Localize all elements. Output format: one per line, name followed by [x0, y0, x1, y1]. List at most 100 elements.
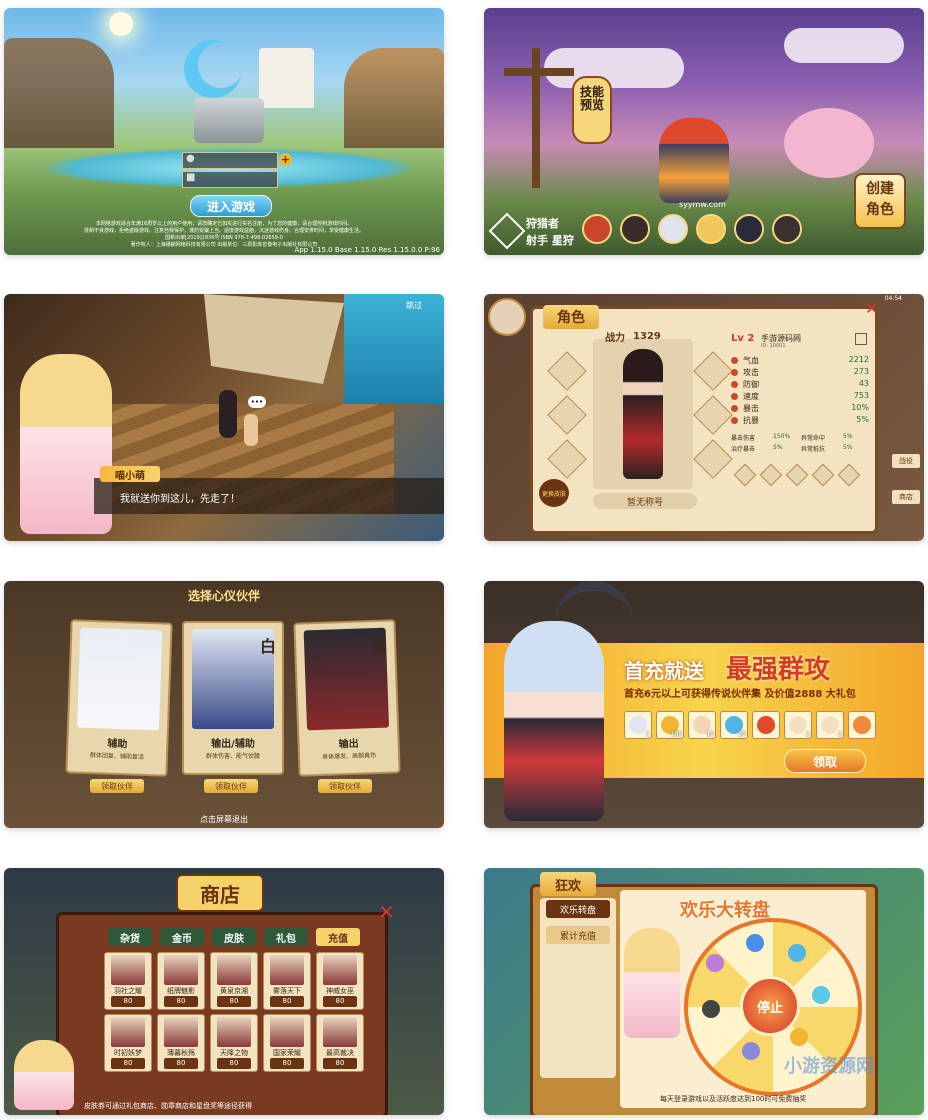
- class-avatar[interactable]: [734, 214, 764, 244]
- item-portrait: [111, 1017, 145, 1047]
- close-icon[interactable]: ✕: [865, 301, 881, 317]
- stat-icon: [731, 381, 738, 388]
- server-input[interactable]: ■: [182, 171, 278, 188]
- item-name: 羽社之耀: [114, 987, 142, 995]
- reward-count: 188: [670, 731, 682, 738]
- reward-count: 20: [738, 731, 746, 738]
- stop-button[interactable]: 停止: [740, 976, 800, 1036]
- reward-item[interactable]: [848, 711, 876, 739]
- shop-item[interactable]: 黄泉京湘 80: [210, 952, 258, 1010]
- prize-icon: [742, 1042, 760, 1060]
- reward-icon: [757, 716, 775, 734]
- equip-slot[interactable]: [693, 395, 733, 435]
- gem-slot[interactable]: [759, 463, 783, 487]
- item-name: 国家荣耀: [273, 1049, 301, 1057]
- extra-stat-value: 5%: [843, 433, 853, 440]
- mascot-portrait: [14, 1040, 74, 1110]
- enter-game-button[interactable]: 进入游戏: [190, 195, 272, 217]
- equip-slot[interactable]: [547, 351, 587, 391]
- stat-icon: [731, 393, 738, 400]
- close-icon[interactable]: ✕: [378, 902, 398, 922]
- screenshot-login: ● + ■ 进入游戏 本网络游戏适合年满16周岁以上的用户使用；请您确定已如实进…: [4, 8, 444, 255]
- stat-value: 10%: [851, 403, 869, 412]
- dialog-box[interactable]: 喵小萌 我就送你到这儿，先走了！: [94, 466, 444, 514]
- shop-footer: 皮肤券可通过礼包商店、勋章商店和星盘奖等途径获得: [84, 1102, 252, 1110]
- equip-slot[interactable]: [693, 439, 733, 479]
- shop-tab[interactable]: 皮肤: [212, 928, 256, 946]
- shop-tab[interactable]: 充值: [316, 928, 360, 946]
- shop-item[interactable]: 天降之物 80: [210, 1014, 258, 1072]
- class-avatar[interactable]: [658, 214, 688, 244]
- shop-item[interactable]: 国家荣耀 80: [263, 1014, 311, 1072]
- extra-stat-value: 150%: [773, 433, 791, 440]
- castle: [259, 48, 314, 108]
- gem-slot[interactable]: [811, 463, 835, 487]
- player-id: ID: 10001: [761, 343, 786, 349]
- screenshot-create-role: 技能预览 syymw.com 创建角色 狩猎者 射手 星狩: [484, 8, 924, 255]
- shop-tab[interactable]: 杂货: [108, 928, 152, 946]
- menu-happy-wheel[interactable]: 欢乐转盘: [546, 900, 610, 918]
- reward-item[interactable]: 188: [656, 711, 684, 739]
- reward-item[interactable]: 2: [784, 711, 812, 739]
- account-input[interactable]: ●: [182, 152, 278, 169]
- stat-label: 速度: [743, 392, 759, 401]
- gem-slot[interactable]: [837, 463, 861, 487]
- shop-item[interactable]: 神威女巫 80: [316, 952, 364, 1010]
- notice-line-1: 本网络游戏适合年满16周岁以上的用户使用；请您确定已如实进行实名注册，为了您的健…: [95, 221, 353, 227]
- skip-button[interactable]: 跳过: [406, 300, 422, 311]
- item-portrait: [270, 955, 304, 985]
- claim-button[interactable]: 领取: [784, 749, 866, 773]
- power-label: 战力: [605, 333, 625, 344]
- partner-card[interactable]: 辅助 群体回复、辅助复活: [65, 619, 173, 777]
- create-role-button[interactable]: 创建角色: [854, 173, 906, 229]
- side-shop-button[interactable]: 商店: [892, 490, 920, 504]
- player-avatar[interactable]: [488, 298, 526, 336]
- side-battle-button[interactable]: 战役: [892, 454, 920, 468]
- class-avatar[interactable]: [582, 214, 612, 244]
- sea: [344, 294, 444, 404]
- claim-partner-button[interactable]: 领取伙伴: [90, 779, 144, 793]
- reward-item[interactable]: 10: [688, 711, 716, 739]
- watermark: syymw.com: [679, 200, 726, 209]
- shop-item[interactable]: 薄暮秋殇 80: [157, 1014, 205, 1072]
- shop-item[interactable]: 雾落天下 80: [263, 952, 311, 1010]
- skill-preview-lantern[interactable]: 技能预览: [572, 76, 612, 144]
- class-name: 狩猎者: [526, 217, 559, 230]
- item-portrait: [217, 955, 251, 985]
- claim-partner-button[interactable]: 领取伙伴: [204, 779, 258, 793]
- item-name: 时初妖梦: [114, 1049, 142, 1057]
- add-account-icon[interactable]: +: [279, 153, 292, 166]
- reward-item[interactable]: [752, 711, 780, 739]
- extra-stat-value: 5%: [843, 444, 853, 451]
- skill-preview-label: 技能预览: [579, 85, 604, 112]
- change-skin-button[interactable]: 更换皮肤: [539, 479, 569, 507]
- extra-stat-value: 5%: [773, 444, 783, 451]
- reward-item[interactable]: 1: [624, 711, 652, 739]
- item-name: 天降之物: [220, 1049, 248, 1057]
- shop-item[interactable]: 纸牌魅影 80: [157, 952, 205, 1010]
- menu-total-recharge[interactable]: 累计充值: [546, 926, 610, 944]
- equip-slot[interactable]: [547, 439, 587, 479]
- shop-item[interactable]: 时初妖梦 80: [104, 1014, 152, 1072]
- equip-slot[interactable]: [693, 351, 733, 391]
- shop-item[interactable]: 羽社之耀 80: [104, 952, 152, 1010]
- reward-item[interactable]: 20: [720, 711, 748, 739]
- gem-slot[interactable]: [733, 463, 757, 487]
- class-avatar[interactable]: [696, 214, 726, 244]
- signpost-bar: [504, 68, 574, 76]
- title-bar[interactable]: 暂无称号: [593, 493, 697, 509]
- edit-icon[interactable]: [855, 333, 867, 345]
- moon-logo: [198, 42, 244, 88]
- shop-item[interactable]: 最高裁决 80: [316, 1014, 364, 1072]
- extra-stat-label: 异常命中: [801, 435, 826, 442]
- exit-hint[interactable]: 点击屏幕退出: [4, 814, 444, 825]
- claim-partner-button[interactable]: 领取伙伴: [318, 779, 372, 793]
- equip-slot[interactable]: [547, 395, 587, 435]
- class-avatar[interactable]: [620, 214, 650, 244]
- shop-tab[interactable]: 礼包: [264, 928, 308, 946]
- gem-slot[interactable]: [785, 463, 809, 487]
- shop-tab[interactable]: 金币: [160, 928, 204, 946]
- lock-icon: ■: [186, 172, 196, 183]
- reward-item[interactable]: 2: [816, 711, 844, 739]
- class-avatar[interactable]: [772, 214, 802, 244]
